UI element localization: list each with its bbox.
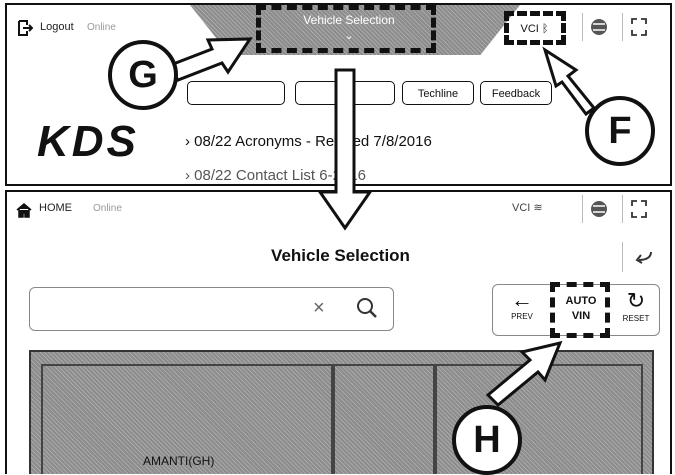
highlight-h (550, 282, 610, 338)
prev-button[interactable]: ← PREV (499, 288, 545, 332)
clear-icon[interactable]: × (313, 297, 325, 320)
search-icon[interactable] (355, 296, 379, 325)
news-date: 08/22 (194, 167, 232, 184)
tab-diagnostics-label: Diagnostics (316, 88, 374, 100)
tab-techline[interactable]: Techline (402, 81, 474, 105)
tab-news-center-label: News Center (204, 88, 268, 100)
connection-status: Online (93, 203, 122, 214)
arrow-left-icon: ← (511, 287, 533, 312)
highlight-f (504, 11, 566, 45)
model-name: AMANTI(GH) (143, 454, 215, 468)
logout-icon[interactable] (17, 19, 34, 37)
highlight-g (256, 5, 436, 53)
search-field[interactable]: × (29, 287, 394, 331)
search-input[interactable] (38, 296, 302, 322)
home-screen-panel: Logout Online Vehicle Selection ⌄ VCI ᛒ … (5, 3, 672, 186)
fullscreen-icon[interactable] (622, 13, 655, 41)
prev-label: PREV (511, 312, 533, 321)
news-title: Contact List 6-2016 (235, 167, 366, 184)
reset-label: RESET (622, 314, 650, 323)
model-tile[interactable]: AMANTI(GH) (41, 364, 333, 474)
model-tile[interactable] (333, 364, 435, 474)
fullscreen-icon[interactable] (622, 195, 655, 223)
globe-icon[interactable] (582, 195, 615, 223)
news-item[interactable]: › 08/22 Acronyms - Revised 7/8/2016 (185, 133, 432, 150)
tab-news-center[interactable]: News Center (187, 81, 285, 105)
news-title: Acronyms - Revised 7/8/2016 (235, 133, 432, 150)
callout-h: H (452, 405, 522, 475)
vci-indicator[interactable]: VCI ≋ (512, 201, 543, 214)
logout-button[interactable]: Logout (40, 21, 74, 33)
connection-status: Online (87, 22, 116, 33)
globe-icon[interactable] (582, 13, 615, 41)
reset-button[interactable]: ↻ RESET (615, 288, 657, 332)
kds-logo: KDS (37, 117, 139, 166)
home-button[interactable]: HOME (39, 202, 72, 214)
tab-diagnostics[interactable]: Diagnostics (295, 81, 395, 105)
callout-g: G (108, 40, 178, 110)
page-title: Vehicle Selection (271, 246, 410, 265)
reset-icon: ↻ (626, 288, 646, 313)
vehicle-selection-panel: HOME Online VCI ≋ Vehicle Selection × ← … (5, 190, 672, 474)
news-item[interactable]: › 08/22 Contact List 6-2016 (185, 167, 366, 184)
callout-f: F (585, 96, 655, 166)
signal-icon: ≋ (533, 202, 543, 214)
vci-label: VCI (512, 202, 531, 214)
tab-techline-label: Techline (417, 88, 459, 100)
back-icon[interactable] (622, 242, 663, 272)
tab-feedback[interactable]: Feedback (480, 81, 552, 105)
tab-feedback-label: Feedback (491, 88, 541, 100)
news-date: 08/22 (194, 133, 232, 150)
home-icon[interactable] (15, 202, 33, 223)
